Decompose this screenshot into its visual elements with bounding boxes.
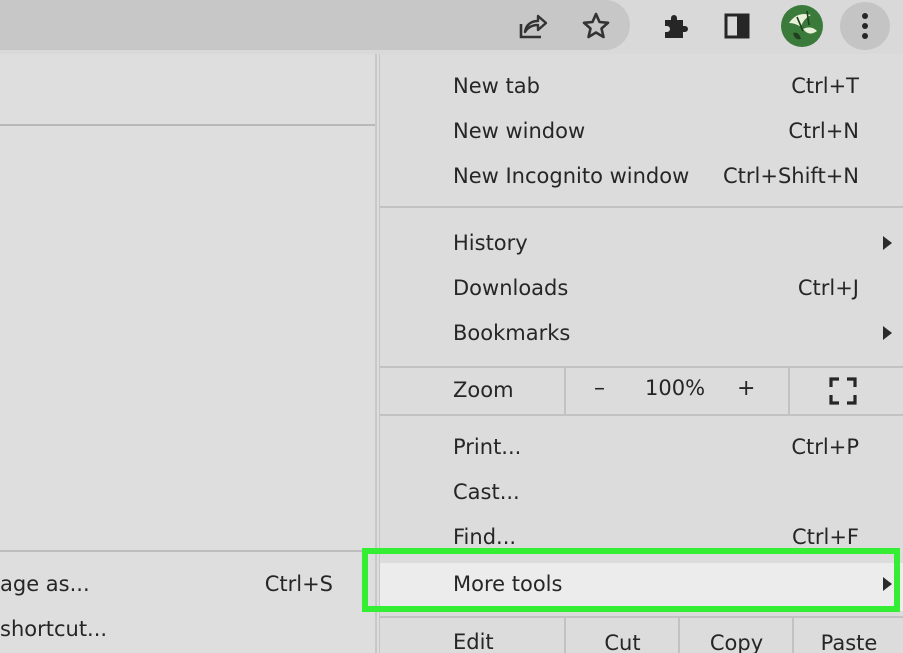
paste-button[interactable]: Paste (792, 618, 903, 653)
side-panel-icon[interactable] (717, 6, 757, 46)
menu-item-print[interactable]: Print... Ctrl+P (380, 425, 903, 469)
menu-item-label: New tab (453, 74, 540, 98)
submenu-arrow-icon (883, 326, 892, 340)
edit-row: Edit Cut Copy Paste (380, 616, 903, 653)
submenu-item-label: age as... (0, 572, 90, 596)
zoom-controls: – 100% + (564, 368, 790, 414)
submenu-arrow-icon (883, 236, 892, 250)
submenu-item-label: shortcut... (0, 617, 108, 641)
menu-item-shortcut: Ctrl+N (788, 119, 859, 143)
zoom-row: Zoom – 100% + (380, 366, 903, 416)
menu-item-new-incognito-window[interactable]: New Incognito window Ctrl+Shift+N (380, 154, 903, 198)
menu-item-label: History (453, 231, 528, 255)
menu-item-shortcut: Ctrl+T (791, 74, 859, 98)
browser-toolbar (0, 0, 903, 54)
more-menu-icon[interactable] (845, 6, 885, 46)
fullscreen-icon[interactable] (828, 376, 858, 406)
edit-label: Edit (453, 630, 494, 653)
menu-item-label: New window (453, 119, 586, 143)
screen: age as... Ctrl+S shortcut... New tab Ctr… (0, 0, 903, 653)
extensions-icon[interactable] (655, 6, 695, 46)
highlight-box (362, 548, 900, 612)
menu-item-downloads[interactable]: Downloads Ctrl+J (380, 266, 903, 310)
menu-item-label: Cast... (453, 480, 520, 504)
zoom-in-button[interactable]: + (737, 376, 755, 401)
menu-item-shortcut: Ctrl+Shift+N (723, 164, 859, 188)
cut-button[interactable]: Cut (564, 618, 679, 653)
menu-item-label: New Incognito window (453, 164, 690, 188)
menu-item-history[interactable]: History (380, 221, 903, 265)
submenu-item-save-page[interactable]: age as... Ctrl+S (0, 564, 375, 604)
menu-item-cast[interactable]: Cast... (380, 470, 903, 514)
menu-item-label: Bookmarks (453, 321, 571, 345)
menu-item-new-window[interactable]: New window Ctrl+N (380, 109, 903, 153)
menu-item-bookmarks[interactable]: Bookmarks (380, 311, 903, 355)
menu-separator (380, 206, 903, 208)
submenu-item-create-shortcut[interactable]: shortcut... (0, 609, 375, 649)
zoom-level: 100% (645, 376, 706, 400)
profile-avatar[interactable] (779, 3, 825, 49)
menu-item-label: Downloads (453, 276, 569, 300)
page-header-area (0, 54, 375, 126)
menu-item-shortcut: Ctrl+P (791, 435, 859, 459)
menu-item-label: Print... (453, 435, 522, 459)
star-icon[interactable] (576, 6, 616, 46)
submenu-item-shortcut: Ctrl+S (264, 572, 333, 596)
submenu-separator (0, 550, 375, 552)
menu-item-shortcut: Ctrl+J (797, 276, 859, 300)
copy-button[interactable]: Copy (678, 618, 793, 653)
menu-item-new-tab[interactable]: New tab Ctrl+T (380, 64, 903, 108)
zoom-label: Zoom (453, 378, 514, 402)
zoom-out-button[interactable]: – (594, 376, 605, 401)
share-icon[interactable] (512, 6, 552, 46)
